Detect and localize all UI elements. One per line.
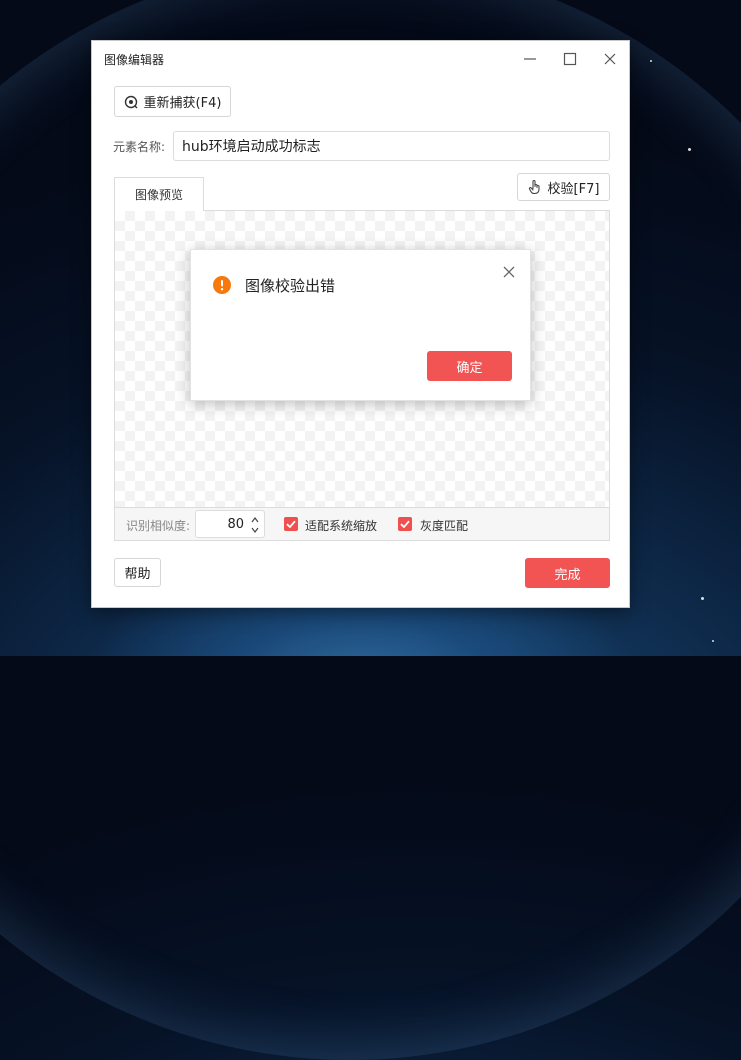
dialog-close-icon[interactable] [502, 264, 516, 278]
minimize-icon[interactable] [521, 50, 539, 68]
title-bar[interactable]: 图像编辑器 [92, 41, 629, 77]
hand-pointer-icon [528, 179, 542, 195]
star [701, 597, 704, 600]
verify-button[interactable]: 校验[F7] [517, 173, 610, 201]
element-name-input[interactable]: hub环境启动成功标志 [173, 131, 610, 161]
dialog-message: 图像校验出错 [245, 277, 336, 295]
verify-label: 校验[F7] [547, 181, 600, 197]
spinner-arrows-icon[interactable] [250, 514, 260, 536]
help-button[interactable]: 帮助 [114, 558, 161, 587]
error-dialog: 图像校验出错 确定 [190, 249, 531, 401]
recapture-label: 重新捕获(F4) [143, 96, 222, 111]
capture-icon [124, 95, 138, 109]
star [712, 640, 714, 642]
window-title: 图像编辑器 [104, 53, 165, 67]
recapture-button[interactable]: 重新捕获(F4) [114, 86, 231, 117]
fit-scale-label: 适配系统缩放 [305, 519, 378, 533]
similarity-value: 80 [227, 517, 244, 532]
element-name-label: 元素名称: [113, 140, 166, 154]
confirm-button[interactable]: 确定 [427, 351, 512, 381]
warning-icon [213, 276, 231, 294]
tab-image-preview[interactable]: 图像预览 [114, 177, 204, 211]
maximize-icon[interactable] [561, 50, 579, 68]
similarity-spinner[interactable]: 80 [195, 510, 265, 538]
close-icon[interactable] [601, 50, 619, 68]
fit-scale-checkbox[interactable] [284, 517, 298, 531]
options-bar: 识别相似度: 80 适配系统缩放 灰度匹配 [114, 508, 610, 541]
grayscale-checkbox[interactable] [398, 517, 412, 531]
similarity-label: 识别相似度: [126, 519, 191, 533]
grayscale-label: 灰度匹配 [420, 519, 469, 533]
star [650, 60, 652, 62]
done-button[interactable]: 完成 [525, 558, 610, 588]
star [688, 148, 691, 151]
